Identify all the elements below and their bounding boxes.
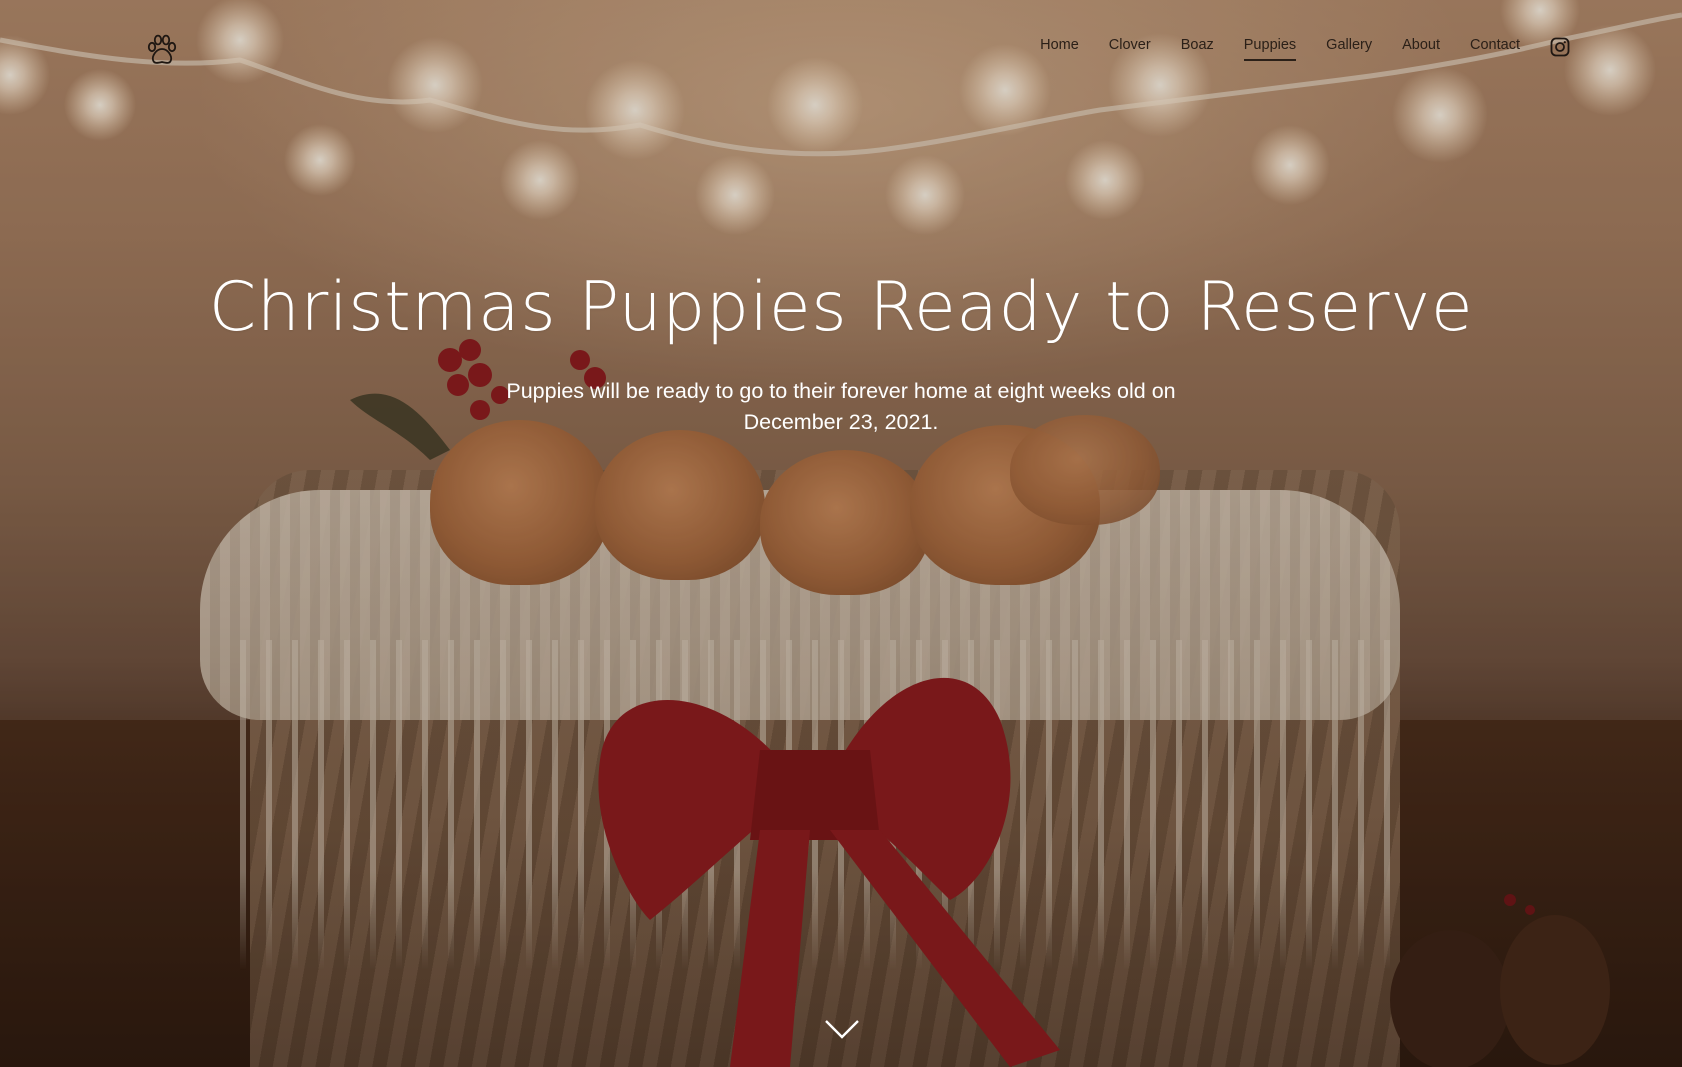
nav-home[interactable]: Home xyxy=(1040,36,1079,61)
instagram-icon[interactable] xyxy=(1550,37,1570,57)
nav-puppies[interactable]: Puppies xyxy=(1243,36,1297,61)
nav-about[interactable]: About xyxy=(1402,36,1440,61)
nav-boaz[interactable]: Boaz xyxy=(1181,36,1214,61)
puppies-page: Home Clover Boaz Puppies Gallery About C… xyxy=(0,0,1682,1067)
photo-overlay xyxy=(0,0,1682,1067)
chevron-down-icon[interactable] xyxy=(824,1018,860,1040)
nav-gallery[interactable]: Gallery xyxy=(1326,36,1372,61)
nav-contact[interactable]: Contact xyxy=(1470,36,1520,61)
nav-clover[interactable]: Clover xyxy=(1109,36,1151,61)
hero-title: Christmas Puppies Ready to Reserve xyxy=(208,268,1474,347)
main-nav: Home Clover Boaz Puppies Gallery About C… xyxy=(1040,36,1570,61)
site-header: Home Clover Boaz Puppies Gallery About C… xyxy=(0,0,1682,96)
hero-background-photo xyxy=(0,0,1682,1067)
paw-print-icon[interactable] xyxy=(144,32,180,68)
hero-subtitle: Puppies will be ready to go to their for… xyxy=(506,379,1176,434)
